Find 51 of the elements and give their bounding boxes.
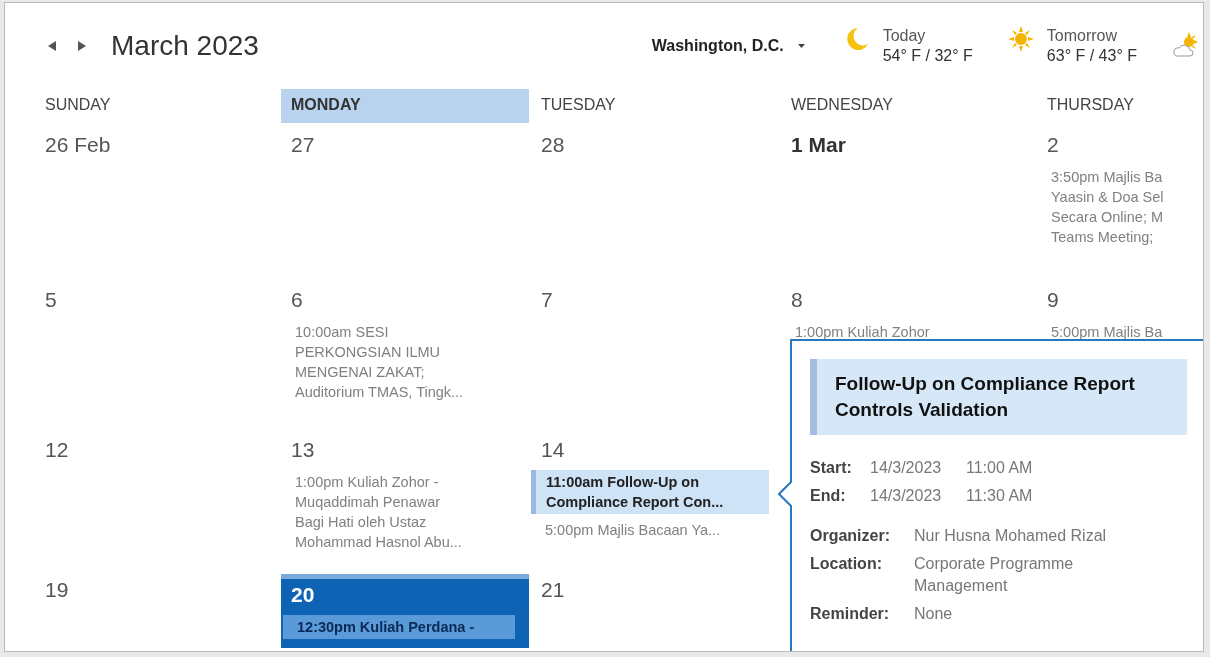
weather-temperature: 54° F / 32° F [882, 47, 973, 65]
calendar-event[interactable]: 3:50pm Majlis Ba Yaasin & Doa Sel Secara Online; M Teams Meeting; [1037, 165, 1203, 249]
day-header[interactable]: SUNDAY [35, 89, 279, 123]
day-number: 14 [540, 437, 566, 463]
field-label: Start: [810, 458, 853, 478]
day-header[interactable]: THURSDAY [1037, 89, 1201, 123]
weather-day: Today [882, 27, 973, 45]
day-number: 12 [44, 437, 70, 463]
field-value: Corporate Programme Management [914, 554, 1075, 596]
time-value: 11:00 AM [966, 458, 1034, 478]
date-value: 14/3/2023 [870, 458, 943, 478]
day-header[interactable]: MONDAY [281, 89, 529, 123]
calendar-event[interactable]: 10:00am SESI PERKONGSIAN ILMU MENGENAI ZAKAT; Auditorium TMAS, Tingk... [281, 320, 531, 404]
day-number: 5 [44, 287, 58, 313]
previous-icon[interactable] [47, 40, 57, 52]
weather-temperature: 63° F / 43° F [1046, 47, 1137, 65]
location-dropdown[interactable]: Washington, D.C. [647, 35, 809, 57]
field-label: Organizer: [810, 526, 891, 546]
calendar-event[interactable]: 11:00am Follow-Up on Compliance Report Con... [531, 470, 769, 514]
day-number: 28 [540, 132, 566, 158]
sun-cloud-icon [1171, 31, 1199, 59]
field-label: End: [810, 486, 847, 506]
day-header[interactable]: TUESDAY [531, 89, 779, 123]
field-label: Location: [810, 554, 883, 574]
event-title: Follow-Up on Compliance Report Controls Validation [835, 372, 1136, 422]
day-number: 21 [540, 577, 566, 603]
caret-icon [797, 44, 805, 48]
field-label: Reminder: [810, 604, 891, 624]
today-cell[interactable]: 20 12:30pm Kuliah Perdana - [281, 574, 529, 648]
day-number: 27 [290, 132, 316, 158]
day-number: 2 [1046, 132, 1060, 158]
time-value: 11:30 AM [966, 486, 1034, 506]
date-value: 14/3/2023 [870, 486, 943, 506]
next-icon[interactable] [77, 40, 87, 52]
calendar-event[interactable]: 12:30pm Kuliah Perdana - [283, 615, 515, 639]
day-number: 6 [290, 287, 304, 313]
day-number: 9 [1046, 287, 1060, 313]
calendar-event[interactable]: 1:00pm Kuliah Zohor - Muqaddimah Penawar Bagi Hati oleh Ustaz Mohammad Hasnol Abu... [281, 470, 531, 554]
day-number: 20 [290, 582, 316, 608]
field-value: None [914, 604, 954, 624]
day-number: 7 [540, 287, 554, 313]
day-number: 13 [290, 437, 316, 463]
day-number: 19 [44, 577, 70, 603]
month-title: March 2023 [111, 30, 259, 62]
field-value: Nur Husna Mohamed Rizal [914, 526, 1108, 546]
day-number: 26 Feb [44, 132, 112, 158]
calendar-event[interactable]: 5:00pm Majlis Bacaan Ya... [531, 518, 781, 542]
day-header[interactable]: WEDNESDAY [781, 89, 1035, 123]
weather-day: Tomorrow [1046, 27, 1137, 45]
day-number: 1 Mar [790, 132, 847, 158]
day-number: 8 [790, 287, 804, 313]
